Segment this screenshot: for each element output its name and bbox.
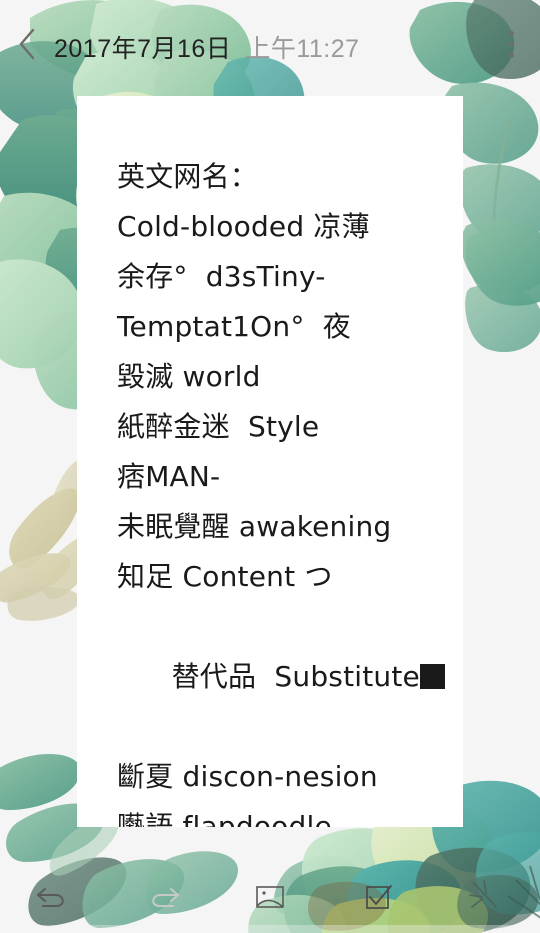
redo-button[interactable] — [108, 860, 216, 933]
overflow-menu-button[interactable] — [482, 0, 540, 88]
insert-image-button[interactable] — [216, 860, 324, 933]
brush-icon — [466, 877, 506, 917]
note-line[interactable]: 斷夏 discon-nesion — [117, 752, 457, 802]
note-line[interactable]: 余存° d3sTiny- — [117, 252, 457, 302]
missing-glyph-block — [419, 664, 445, 689]
back-button[interactable] — [0, 0, 54, 88]
note-line[interactable]: 英文网名： — [117, 152, 457, 202]
note-line-text: 替代品 Substitute — [171, 660, 420, 693]
note-line[interactable]: Temptat1On° 夜 — [117, 302, 457, 352]
redo-icon — [142, 880, 182, 914]
note-time: 上午11:27 — [245, 35, 360, 63]
undo-button[interactable] — [0, 860, 108, 933]
brush-button[interactable] — [432, 860, 540, 933]
note-line[interactable]: 知足 Content つ — [117, 552, 457, 602]
note-timestamp-title: 2017年7月16日 上午11:27 — [54, 23, 482, 65]
more-vertical-icon — [508, 30, 514, 58]
note-line[interactable]: 未眠覺醒 awakening — [117, 502, 457, 552]
note-line[interactable]: 替代品 Substitute — [117, 602, 457, 752]
note-line[interactable]: Cold-blooded 凉薄 — [117, 202, 457, 252]
bottom-toolbar — [0, 860, 540, 933]
note-line[interactable]: 毀滅 world — [117, 352, 457, 402]
note-line[interactable]: 痞MAN- — [117, 452, 457, 502]
top-app-bar: 2017年7月16日 上午11:27 — [0, 0, 540, 88]
insert-image-icon — [253, 880, 287, 914]
undo-icon — [34, 880, 74, 914]
note-card[interactable]: 英文网名： Cold-blooded 凉薄 余存° d3sTiny- Tempt… — [77, 96, 463, 827]
checklist-button[interactable] — [324, 860, 432, 933]
note-text-editor[interactable]: 英文网名： Cold-blooded 凉薄 余存° d3sTiny- Tempt… — [117, 152, 457, 827]
note-date: 2017年7月16日 — [54, 35, 232, 63]
note-line[interactable]: 囈語 flapdoodle — [117, 802, 457, 827]
note-line[interactable]: 紙醉金迷 Style — [117, 402, 457, 452]
chevron-left-icon — [16, 27, 38, 61]
checklist-icon — [361, 880, 395, 914]
